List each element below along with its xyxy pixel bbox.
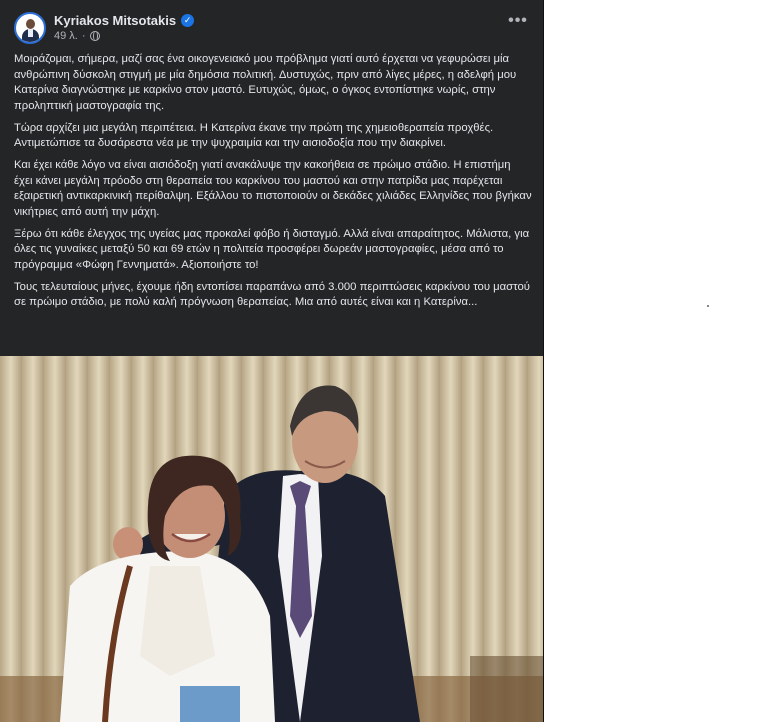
author-name[interactable]: Kyriakos Mitsotakis xyxy=(54,13,176,28)
post-header: Kyriakos Mitsotakis ✓ 49 λ. · ••• xyxy=(14,12,529,46)
post-paragraph: Ξέρω ότι κάθε έλεγχος της υγείας μας προ… xyxy=(14,227,530,271)
author-avatar[interactable] xyxy=(14,12,46,44)
post-timestamp[interactable]: 49 λ. xyxy=(54,30,78,42)
post-photo[interactable] xyxy=(0,356,543,722)
globe-icon[interactable] xyxy=(89,31,100,41)
photo-image xyxy=(0,356,543,722)
post-meta: 49 λ. · xyxy=(54,30,100,42)
meta-separator: · xyxy=(81,30,86,42)
post-paragraph: Τώρα αρχίζει μια μεγάλη περιπέτεια. Η Κα… xyxy=(14,121,494,150)
post-paragraph: Τους τελευταίους μήνες, έχουμε ήδη εντοπ… xyxy=(14,280,530,309)
post-body: Μοιράζομαι, σήμερα, μαζί σας ένα οικογεν… xyxy=(14,52,532,317)
post-paragraph: Και έχει κάθε λόγο να είναι αισιόδοξη γι… xyxy=(14,159,532,218)
post-paragraph: Μοιράζομαι, σήμερα, μαζί σας ένα οικογεν… xyxy=(14,53,517,112)
verified-badge-icon: ✓ xyxy=(181,14,195,27)
post-card: Kyriakos Mitsotakis ✓ 49 λ. · ••• Μοιράζ… xyxy=(0,0,544,722)
more-options-button[interactable]: ••• xyxy=(507,13,529,32)
background-dot xyxy=(707,305,709,307)
